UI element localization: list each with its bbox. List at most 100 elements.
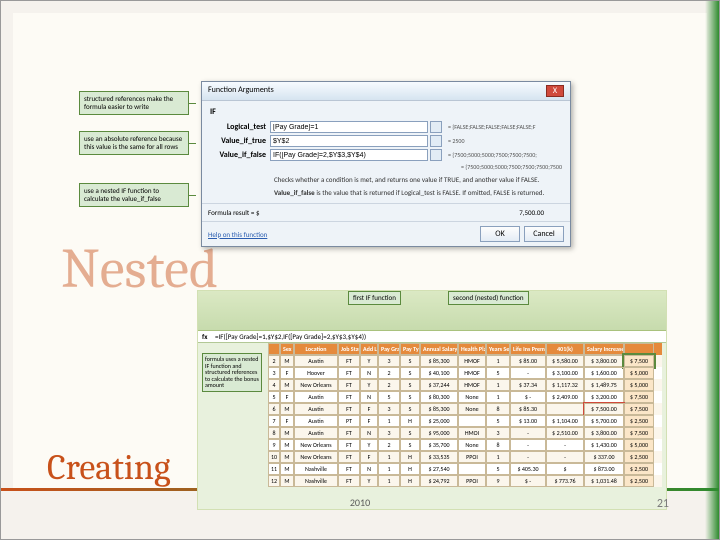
col-header: Years Service [486,343,510,355]
input-value-if-false[interactable] [270,149,428,161]
table-cell: $ 2,510.00 [546,427,584,439]
table-cell: 1 [486,379,510,391]
callout-formula-uses: formula uses a nested IF function and st… [202,353,262,392]
table-cell: H [400,451,420,463]
range-selector-icon[interactable] [430,121,442,133]
hint-logical-test: = {FALSE;FALSE;FALSE;FALSE;FALSE;F [442,123,562,131]
dialog-titlebar: Function Arguments X [202,82,570,101]
table-cell: - [546,439,584,451]
table-cell: $ 95,000 [420,427,458,439]
table-cell: 8 [268,427,280,439]
formula-text: =IF([Pay Grade]=1,$Y$2,IF([Pay Grade]=2,… [215,332,366,341]
table-cell: $ 3,800.00 [584,427,624,439]
table-cell: $ 13.00 [510,415,546,427]
col-header: Sex [280,343,294,355]
table-cell: Hoover [294,367,338,379]
table-cell: FT [338,367,360,379]
table-cell: M [280,475,294,487]
close-icon[interactable]: X [546,85,564,97]
cancel-button[interactable]: Cancel [524,226,564,242]
table-cell: 5 [378,391,400,403]
table-cell: $ 2,500 [624,415,654,427]
table-cell: $ 7,500 [624,427,654,439]
table-cell: 2 [378,379,400,391]
table-cell: 1 [486,391,510,403]
col-header: Pay Grade [378,343,400,355]
table-cell: Austin [294,427,338,439]
function-name: IF [210,107,562,117]
table-cell: S [400,391,420,403]
table-cell: $ 5,000 [624,439,654,451]
table-cell: 3 [378,427,400,439]
table-cell: 7 [268,415,280,427]
col-header: Salary Increase [584,343,624,355]
table-cell: - [546,451,584,463]
table-cell: M [280,355,294,367]
table-cell: HMOI [458,427,486,439]
table-cell: $ 5,580.00 [546,355,584,367]
formula-bar[interactable]: fx =IF([Pay Grade]=1,$Y$2,IF([Pay Grade]… [198,331,666,343]
table-cell: FT [338,439,360,451]
table-cell: F [360,451,378,463]
table-cell: 12 [268,475,280,487]
table-cell: FT [338,475,360,487]
table-cell: $ 85,300 [420,355,458,367]
slide-title: Creating [47,447,170,488]
dialog-title-text: Function Arguments [208,85,274,97]
table-cell: 3 [268,367,280,379]
table-cell: $ 37.34 [510,379,546,391]
table-cell: $ - [510,391,546,403]
table-cell: Y [360,439,378,451]
input-value-if-true[interactable] [270,135,428,147]
table-cell [458,415,486,427]
table-cell: Nashville [294,475,338,487]
formula-result-label: Formula result = [208,208,254,217]
callout-absolute-ref: use an absolute reference because this v… [79,131,189,155]
hint-value-if-true: = 2500 [442,137,562,145]
table-cell: 4 [268,379,280,391]
table-cell: - [510,451,546,463]
table-cell: 5 [486,415,510,427]
table-cell: None [458,403,486,415]
table-cell: S [400,427,420,439]
table-cell: 1 [378,475,400,487]
table-cell: 2 [378,367,400,379]
table-cell: N [360,391,378,403]
input-logical-test[interactable] [270,121,428,133]
table-cell: $ 80,300 [420,391,458,403]
table-cell: $ 24,792 [420,475,458,487]
table-cell [458,463,486,475]
ok-button[interactable]: OK [480,226,520,242]
table-cell: FT [338,463,360,475]
table-cell: $ - [510,475,546,487]
table-cell: $ 7,500 [624,403,654,415]
table-cell [546,403,584,415]
table-cell: $ 27,540 [420,463,458,475]
col-header [268,343,280,355]
table-cell: 2 [378,439,400,451]
table-cell: $ 1,600.00 [584,367,624,379]
table-cell: $ 405.30 [510,463,546,475]
table-cell: - [510,439,546,451]
table-cell: 1 [486,451,510,463]
table-cell: $ 5,000 [624,379,654,391]
table-cell: H [400,415,420,427]
table-cell: M [280,379,294,391]
table-cell: $ 85.00 [510,355,546,367]
col-header: Life Ins Premium [510,343,546,355]
table-cell: None [458,439,486,451]
table-cell: $ 40,100 [420,367,458,379]
table-cell: $ 7,500 [624,391,654,403]
table-cell: 9 [268,439,280,451]
range-selector-icon[interactable] [430,149,442,161]
table-cell: S [400,355,420,367]
table-cell: 5 [486,463,510,475]
help-link[interactable]: Help on this function [208,230,267,239]
table-cell: $ 25,000 [420,415,458,427]
table-cell: 11 [268,463,280,475]
table-cell: Austin [294,403,338,415]
excel-ribbon: first IF function second (nested) functi… [198,291,666,331]
worksheet-screenshot: first IF function second (nested) functi… [197,290,667,510]
range-selector-icon[interactable] [430,135,442,147]
table-cell: Nashville [294,463,338,475]
